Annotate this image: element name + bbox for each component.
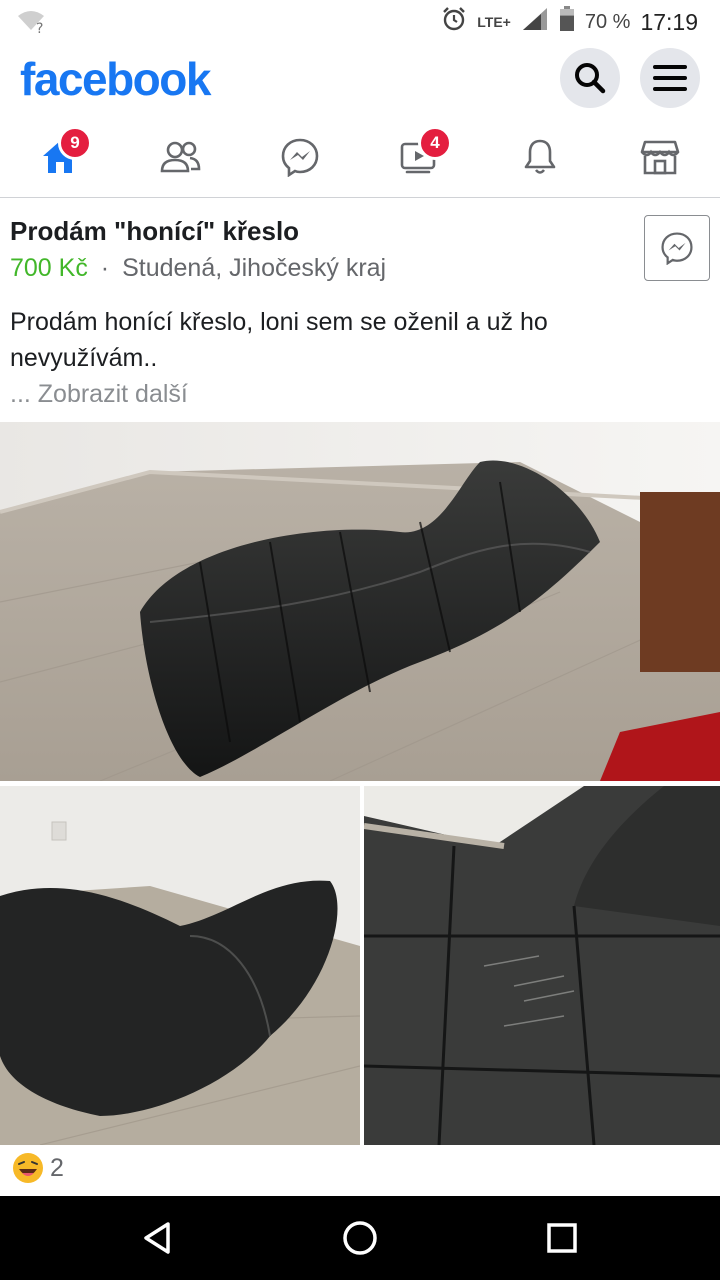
messenger-icon (281, 138, 319, 177)
reactions-summary[interactable]: 2 (12, 1152, 64, 1184)
tab-home[interactable]: 9 (30, 126, 92, 182)
battery-percent: 70 % (584, 10, 631, 33)
home-button[interactable] (338, 1216, 382, 1260)
search-icon (575, 63, 606, 94)
tab-messenger[interactable] (270, 132, 330, 182)
home-badge: 9 (58, 126, 92, 160)
status-bar: ? LTE+ 70 % 17:19 (0, 0, 720, 44)
tab-friends[interactable] (150, 132, 210, 182)
messenger-icon (661, 232, 693, 265)
hamburger-menu-icon (653, 65, 687, 91)
listing-photo-1[interactable] (0, 422, 720, 781)
reaction-count: 2 (50, 1153, 64, 1182)
listing-photo-2[interactable] (0, 786, 360, 1145)
laughing-emoji-icon (13, 1153, 43, 1183)
tab-notifications[interactable] (510, 132, 570, 182)
facebook-logo[interactable]: facebook (20, 52, 211, 106)
see-more-link[interactable]: ... Zobrazit další (10, 380, 188, 409)
message-seller-button[interactable] (644, 215, 710, 281)
wifi-unknown-icon: ? (16, 8, 46, 39)
listing-photo-3[interactable] (364, 786, 720, 1145)
tab-watch[interactable]: 4 (390, 126, 452, 182)
clock: 17:19 (640, 8, 698, 35)
search-button[interactable] (560, 48, 620, 108)
battery-icon (559, 6, 575, 38)
listing-price: 700 Kč (10, 254, 88, 282)
listing-location: Studená, Jihočeský kraj (122, 254, 387, 282)
store-icon (640, 140, 680, 175)
listing-description: Prodám honící křeslo, loni sem se oženil… (10, 308, 548, 372)
recents-button[interactable] (540, 1216, 584, 1260)
alarm-icon (441, 6, 467, 38)
back-icon (144, 1222, 170, 1254)
tab-marketplace[interactable] (630, 132, 690, 182)
network-type: LTE+ (477, 14, 511, 30)
tab-bar: 9 4 (0, 118, 720, 198)
system-navigation-bar (0, 1196, 720, 1280)
square-recents-icon (547, 1223, 577, 1253)
circle-home-icon (343, 1221, 377, 1255)
watch-badge: 4 (418, 126, 452, 160)
back-button[interactable] (136, 1216, 180, 1260)
bell-icon (524, 139, 556, 174)
signal-icon (521, 6, 549, 38)
svg-text:?: ? (36, 21, 43, 34)
meta-separator: · (100, 254, 110, 282)
friends-icon (160, 141, 201, 173)
listing-title: Prodám "honící" křeslo (10, 216, 300, 246)
menu-button[interactable] (640, 48, 700, 108)
app-header: facebook (0, 44, 720, 118)
listing-meta: 700 Kč · Studená, Jihočeský kraj (10, 254, 386, 283)
